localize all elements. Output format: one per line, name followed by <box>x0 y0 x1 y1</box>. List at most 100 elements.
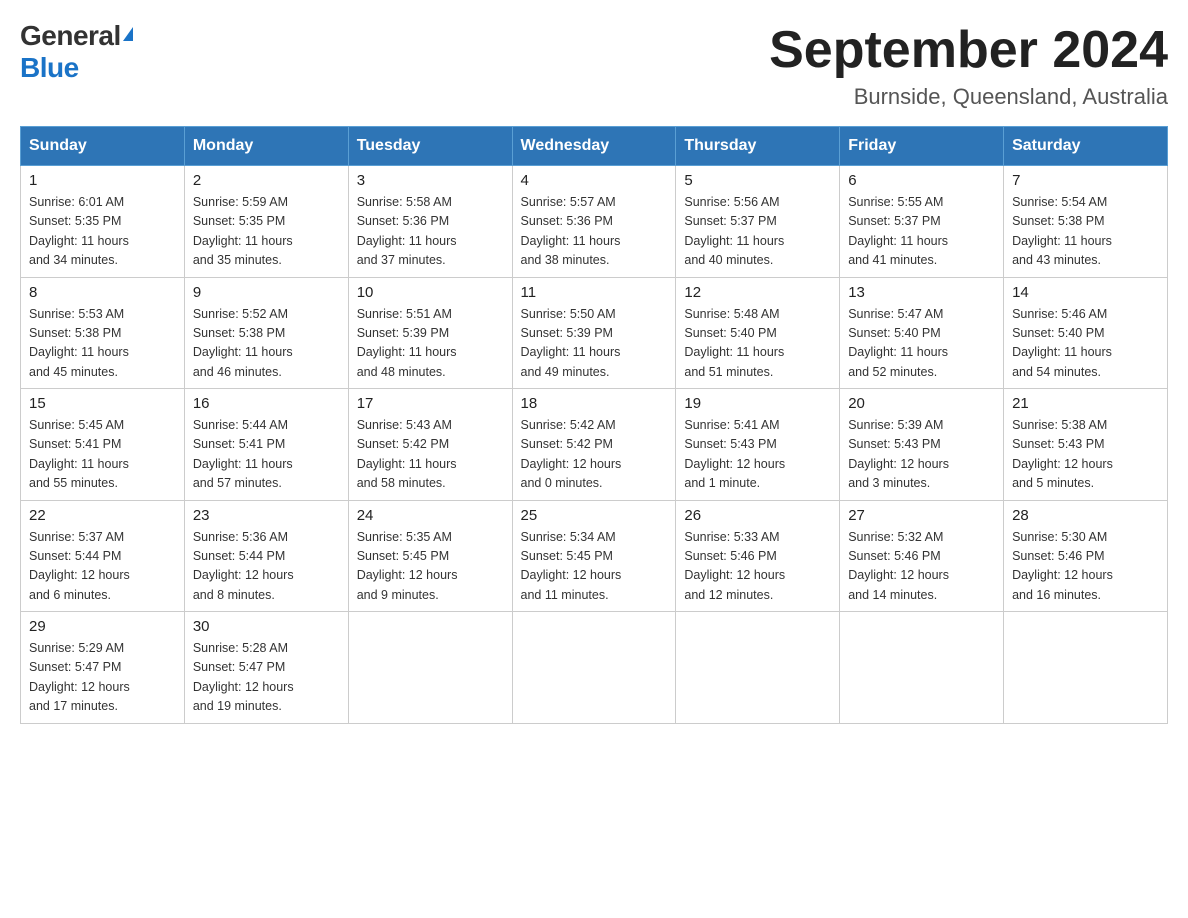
calendar-cell <box>840 612 1004 724</box>
calendar-cell: 10 Sunrise: 5:51 AMSunset: 5:39 PMDaylig… <box>348 277 512 389</box>
header-tuesday: Tuesday <box>348 127 512 166</box>
day-number: 6 <box>848 172 995 189</box>
day-info: Sunrise: 5:51 AMSunset: 5:39 PMDaylight:… <box>357 305 504 383</box>
calendar-cell <box>512 612 676 724</box>
day-number: 8 <box>29 284 176 301</box>
calendar-cell: 17 Sunrise: 5:43 AMSunset: 5:42 PMDaylig… <box>348 389 512 501</box>
calendar-cell: 23 Sunrise: 5:36 AMSunset: 5:44 PMDaylig… <box>184 500 348 612</box>
calendar-table: SundayMondayTuesdayWednesdayThursdayFrid… <box>20 126 1168 724</box>
calendar-cell: 11 Sunrise: 5:50 AMSunset: 5:39 PMDaylig… <box>512 277 676 389</box>
day-info: Sunrise: 5:55 AMSunset: 5:37 PMDaylight:… <box>848 193 995 271</box>
calendar-cell: 15 Sunrise: 5:45 AMSunset: 5:41 PMDaylig… <box>21 389 185 501</box>
calendar-cell: 12 Sunrise: 5:48 AMSunset: 5:40 PMDaylig… <box>676 277 840 389</box>
day-number: 10 <box>357 284 504 301</box>
day-number: 2 <box>193 172 340 189</box>
calendar-cell: 21 Sunrise: 5:38 AMSunset: 5:43 PMDaylig… <box>1004 389 1168 501</box>
day-number: 28 <box>1012 507 1159 524</box>
day-number: 13 <box>848 284 995 301</box>
day-info: Sunrise: 5:37 AMSunset: 5:44 PMDaylight:… <box>29 528 176 606</box>
day-info: Sunrise: 5:44 AMSunset: 5:41 PMDaylight:… <box>193 416 340 494</box>
day-info: Sunrise: 5:59 AMSunset: 5:35 PMDaylight:… <box>193 193 340 271</box>
day-number: 26 <box>684 507 831 524</box>
header-monday: Monday <box>184 127 348 166</box>
day-info: Sunrise: 5:41 AMSunset: 5:43 PMDaylight:… <box>684 416 831 494</box>
calendar-cell: 30 Sunrise: 5:28 AMSunset: 5:47 PMDaylig… <box>184 612 348 724</box>
logo: General Blue <box>20 20 133 84</box>
header: General Blue September 2024 Burnside, Qu… <box>20 20 1168 110</box>
calendar-cell: 1 Sunrise: 6:01 AMSunset: 5:35 PMDayligh… <box>21 166 185 278</box>
calendar-cell: 26 Sunrise: 5:33 AMSunset: 5:46 PMDaylig… <box>676 500 840 612</box>
calendar-cell: 13 Sunrise: 5:47 AMSunset: 5:40 PMDaylig… <box>840 277 1004 389</box>
day-number: 30 <box>193 618 340 635</box>
header-wednesday: Wednesday <box>512 127 676 166</box>
day-number: 19 <box>684 395 831 412</box>
day-info: Sunrise: 5:28 AMSunset: 5:47 PMDaylight:… <box>193 639 340 717</box>
day-number: 15 <box>29 395 176 412</box>
day-info: Sunrise: 5:58 AMSunset: 5:36 PMDaylight:… <box>357 193 504 271</box>
day-number: 1 <box>29 172 176 189</box>
calendar-cell <box>348 612 512 724</box>
day-info: Sunrise: 5:33 AMSunset: 5:46 PMDaylight:… <box>684 528 831 606</box>
day-number: 22 <box>29 507 176 524</box>
day-info: Sunrise: 5:30 AMSunset: 5:46 PMDaylight:… <box>1012 528 1159 606</box>
calendar-cell: 8 Sunrise: 5:53 AMSunset: 5:38 PMDayligh… <box>21 277 185 389</box>
day-number: 7 <box>1012 172 1159 189</box>
title-area: September 2024 Burnside, Queensland, Aus… <box>769 20 1168 110</box>
calendar-cell: 4 Sunrise: 5:57 AMSunset: 5:36 PMDayligh… <box>512 166 676 278</box>
logo-general-text: General <box>20 20 121 52</box>
calendar-cell: 20 Sunrise: 5:39 AMSunset: 5:43 PMDaylig… <box>840 389 1004 501</box>
day-number: 5 <box>684 172 831 189</box>
day-number: 23 <box>193 507 340 524</box>
calendar-cell: 27 Sunrise: 5:32 AMSunset: 5:46 PMDaylig… <box>840 500 1004 612</box>
day-info: Sunrise: 5:36 AMSunset: 5:44 PMDaylight:… <box>193 528 340 606</box>
day-number: 29 <box>29 618 176 635</box>
logo-triangle-icon <box>123 27 133 41</box>
day-info: Sunrise: 5:29 AMSunset: 5:47 PMDaylight:… <box>29 639 176 717</box>
day-info: Sunrise: 5:34 AMSunset: 5:45 PMDaylight:… <box>521 528 668 606</box>
location: Burnside, Queensland, Australia <box>769 84 1168 110</box>
calendar-cell: 3 Sunrise: 5:58 AMSunset: 5:36 PMDayligh… <box>348 166 512 278</box>
day-info: Sunrise: 5:39 AMSunset: 5:43 PMDaylight:… <box>848 416 995 494</box>
day-number: 14 <box>1012 284 1159 301</box>
day-number: 18 <box>521 395 668 412</box>
day-info: Sunrise: 5:46 AMSunset: 5:40 PMDaylight:… <box>1012 305 1159 383</box>
logo-blue-text: Blue <box>20 52 79 83</box>
day-number: 25 <box>521 507 668 524</box>
header-thursday: Thursday <box>676 127 840 166</box>
week-row-4: 22 Sunrise: 5:37 AMSunset: 5:44 PMDaylig… <box>21 500 1168 612</box>
calendar-cell: 29 Sunrise: 5:29 AMSunset: 5:47 PMDaylig… <box>21 612 185 724</box>
day-info: Sunrise: 5:57 AMSunset: 5:36 PMDaylight:… <box>521 193 668 271</box>
day-number: 27 <box>848 507 995 524</box>
header-saturday: Saturday <box>1004 127 1168 166</box>
header-sunday: Sunday <box>21 127 185 166</box>
month-title: September 2024 <box>769 20 1168 80</box>
day-info: Sunrise: 5:50 AMSunset: 5:39 PMDaylight:… <box>521 305 668 383</box>
calendar-cell <box>676 612 840 724</box>
day-number: 16 <box>193 395 340 412</box>
day-info: Sunrise: 5:52 AMSunset: 5:38 PMDaylight:… <box>193 305 340 383</box>
calendar-cell: 5 Sunrise: 5:56 AMSunset: 5:37 PMDayligh… <box>676 166 840 278</box>
calendar-cell: 25 Sunrise: 5:34 AMSunset: 5:45 PMDaylig… <box>512 500 676 612</box>
day-info: Sunrise: 5:32 AMSunset: 5:46 PMDaylight:… <box>848 528 995 606</box>
calendar-header-row: SundayMondayTuesdayWednesdayThursdayFrid… <box>21 127 1168 166</box>
day-number: 20 <box>848 395 995 412</box>
day-number: 3 <box>357 172 504 189</box>
day-info: Sunrise: 5:53 AMSunset: 5:38 PMDaylight:… <box>29 305 176 383</box>
day-number: 21 <box>1012 395 1159 412</box>
calendar-cell: 14 Sunrise: 5:46 AMSunset: 5:40 PMDaylig… <box>1004 277 1168 389</box>
day-info: Sunrise: 5:35 AMSunset: 5:45 PMDaylight:… <box>357 528 504 606</box>
calendar-cell: 18 Sunrise: 5:42 AMSunset: 5:42 PMDaylig… <box>512 389 676 501</box>
day-info: Sunrise: 5:42 AMSunset: 5:42 PMDaylight:… <box>521 416 668 494</box>
day-number: 9 <box>193 284 340 301</box>
calendar-cell: 19 Sunrise: 5:41 AMSunset: 5:43 PMDaylig… <box>676 389 840 501</box>
calendar-cell: 16 Sunrise: 5:44 AMSunset: 5:41 PMDaylig… <box>184 389 348 501</box>
week-row-3: 15 Sunrise: 5:45 AMSunset: 5:41 PMDaylig… <box>21 389 1168 501</box>
day-info: Sunrise: 6:01 AMSunset: 5:35 PMDaylight:… <box>29 193 176 271</box>
day-info: Sunrise: 5:45 AMSunset: 5:41 PMDaylight:… <box>29 416 176 494</box>
day-number: 24 <box>357 507 504 524</box>
day-number: 17 <box>357 395 504 412</box>
day-info: Sunrise: 5:54 AMSunset: 5:38 PMDaylight:… <box>1012 193 1159 271</box>
header-friday: Friday <box>840 127 1004 166</box>
week-row-1: 1 Sunrise: 6:01 AMSunset: 5:35 PMDayligh… <box>21 166 1168 278</box>
day-number: 12 <box>684 284 831 301</box>
